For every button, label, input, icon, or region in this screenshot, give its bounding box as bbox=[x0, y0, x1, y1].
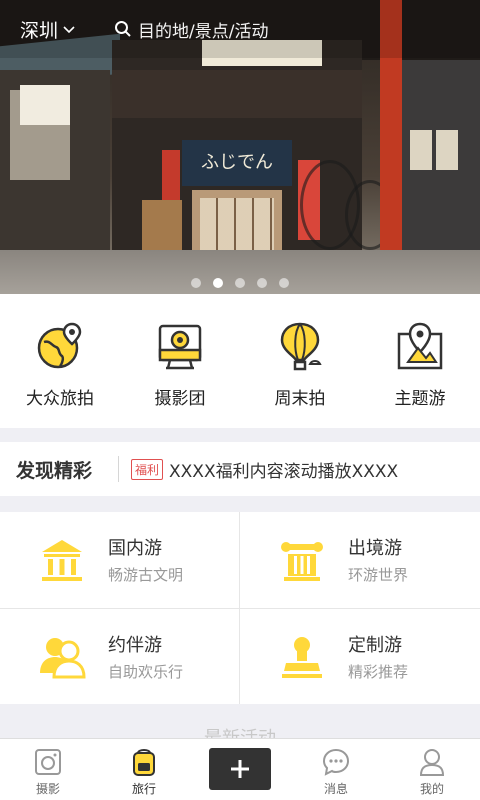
type-subtitle: 环游世界 bbox=[348, 566, 409, 584]
category-label: 主题游 bbox=[394, 389, 446, 409]
search-placeholder: 目的地/景点/活动 bbox=[138, 21, 269, 42]
type-title: 出境游 bbox=[348, 538, 402, 559]
column-icon bbox=[281, 542, 323, 581]
temple-icon bbox=[42, 540, 82, 581]
hot-air-balloon-icon bbox=[280, 322, 322, 371]
search-icon bbox=[115, 21, 131, 37]
type-subtitle: 畅游古文明 bbox=[108, 566, 184, 584]
shop-curtain: ふじでん bbox=[182, 140, 292, 186]
carousel-dot[interactable] bbox=[279, 278, 289, 288]
welfare-tag: 福利 bbox=[131, 458, 164, 480]
carousel-dot[interactable] bbox=[257, 278, 267, 288]
discover-title: 发现精彩 bbox=[16, 459, 93, 482]
tab-label: 消息 bbox=[323, 782, 348, 796]
tab-label: 旅行 bbox=[131, 782, 156, 796]
category-label: 大众旅拍 bbox=[26, 389, 94, 409]
scrolling-message[interactable]: XXXX福利内容滚动播放XXXX bbox=[169, 457, 398, 482]
category-label: 周末拍 bbox=[274, 389, 326, 409]
tab-messages[interactable]: 消息 bbox=[288, 739, 384, 800]
category-mass-travel-photo[interactable]: 大众旅拍 bbox=[0, 294, 120, 428]
type-outbound[interactable]: 出境游 环游世界 bbox=[240, 512, 480, 608]
carousel-dot[interactable] bbox=[235, 278, 245, 288]
stamp-icon bbox=[282, 637, 322, 678]
type-companion[interactable]: 约伴游 自助欢乐行 bbox=[0, 609, 240, 705]
plus-icon bbox=[231, 760, 249, 778]
type-title: 国内游 bbox=[108, 538, 162, 559]
carousel-dot[interactable] bbox=[191, 278, 201, 288]
photo-icon bbox=[35, 749, 61, 775]
type-subtitle: 精彩推荐 bbox=[348, 663, 409, 681]
tab-label: 我的 bbox=[419, 782, 444, 796]
type-domestic[interactable]: 国内游 畅游古文明 bbox=[0, 512, 240, 608]
banner-left-shop bbox=[0, 70, 110, 260]
camera-icon bbox=[158, 324, 202, 370]
map-pin-icon bbox=[397, 322, 443, 370]
discover-bar[interactable]: 发现精彩 福利 XXXX福利内容滚动播放XXXX bbox=[0, 442, 480, 496]
tab-travel[interactable]: 旅行 bbox=[96, 739, 192, 800]
person-icon bbox=[419, 749, 445, 776]
chat-bubble-icon bbox=[322, 748, 350, 776]
tab-label: 摄影 bbox=[35, 782, 60, 796]
type-title: 定制游 bbox=[348, 635, 402, 656]
bottom-tab-bar: 摄影 旅行 消息 我的 bbox=[0, 738, 480, 800]
divider bbox=[118, 456, 119, 482]
type-subtitle: 自助欢乐行 bbox=[108, 663, 184, 681]
tab-photography[interactable]: 摄影 bbox=[0, 739, 96, 800]
category-label: 摄影团 bbox=[154, 389, 206, 409]
tab-publish[interactable] bbox=[192, 739, 288, 800]
category-grid: 大众旅拍 摄影团 周末拍 主题游 bbox=[0, 294, 480, 428]
publish-button[interactable] bbox=[209, 748, 271, 790]
companions-icon bbox=[40, 638, 86, 679]
category-photo-group[interactable]: 摄影团 bbox=[120, 294, 240, 428]
type-custom[interactable]: 定制游 精彩推荐 bbox=[240, 609, 480, 705]
travel-type-grid: 国内游 畅游古文明 出境游 环游世界 约伴游 自助欢乐行 定制游 精彩推荐 bbox=[0, 512, 480, 704]
search-bar[interactable]: 目的地/景点/活动 bbox=[100, 12, 358, 46]
carousel-dot-active[interactable] bbox=[213, 278, 223, 288]
banner-right-shop bbox=[402, 60, 480, 260]
type-title: 约伴游 bbox=[108, 635, 162, 656]
tab-profile[interactable]: 我的 bbox=[384, 739, 480, 800]
backpack-icon bbox=[133, 749, 155, 776]
city-label: 深圳 bbox=[20, 19, 59, 42]
category-theme-travel[interactable]: 主题游 bbox=[360, 294, 480, 428]
category-weekend-photo[interactable]: 周末拍 bbox=[240, 294, 360, 428]
city-selector[interactable]: 深圳 bbox=[20, 14, 76, 44]
banner-carousel[interactable]: ふじでん 深圳 目的地/景点/活动 bbox=[0, 0, 480, 294]
carousel-dots bbox=[0, 278, 480, 288]
globe-pin-icon bbox=[37, 322, 82, 369]
shop-curtain-text: ふじでん bbox=[201, 152, 273, 173]
chevron-down-icon bbox=[63, 26, 75, 34]
